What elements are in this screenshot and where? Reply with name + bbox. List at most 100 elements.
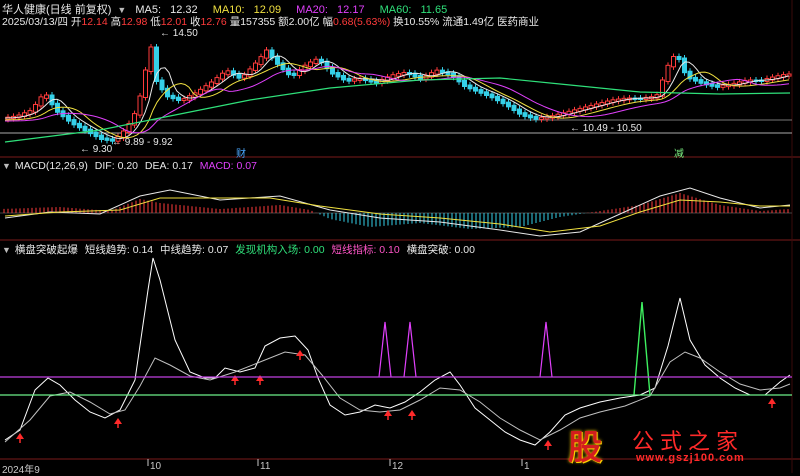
candle-body (533, 115, 539, 120)
short-trend-line (4, 257, 791, 446)
watermark-url: www.gszj100.com (636, 452, 745, 464)
high-value: 12.98 (121, 16, 148, 28)
candle-body (203, 85, 209, 92)
price-low-annotation: ← 9.30 (80, 144, 113, 155)
candle-body (462, 79, 467, 87)
watermark-big-char: 股 (568, 428, 602, 468)
trade-date: 2025/03/13/四 (2, 16, 68, 28)
low-value: 12.01 (160, 16, 188, 28)
candle-body (478, 89, 484, 94)
watermark-logo: 股 公式之家 www.gszj100.com (560, 422, 780, 468)
candle-body (682, 57, 687, 74)
candle-body (198, 88, 203, 95)
price-panel (4, 44, 792, 145)
macd-title: MACD(12,26,9) (14, 160, 88, 172)
close-value: 12.76 (200, 16, 227, 28)
macd-value: 0.07 (236, 160, 257, 172)
candle-body (693, 76, 698, 82)
candle-body (539, 116, 544, 120)
candle-body (720, 84, 726, 88)
amount-label: 额 (278, 16, 289, 28)
candle-body (308, 61, 313, 68)
candle-body (451, 72, 456, 78)
candle-body (264, 49, 269, 59)
marker-jian[interactable]: 减 (672, 145, 686, 160)
candle-body (698, 79, 704, 84)
candle-body (104, 137, 110, 141)
amount-value: 2.00亿 (288, 16, 320, 28)
candle-body (181, 98, 187, 101)
industry-value: 医药商业 (497, 16, 540, 28)
candle-body (291, 72, 297, 76)
candle-body (671, 56, 676, 68)
chevron-down-icon[interactable]: ▼ (2, 161, 11, 171)
candle-body (434, 69, 440, 75)
ma5-line (4, 55, 790, 140)
change-label: 幅 (322, 16, 334, 28)
candle-body (467, 84, 473, 90)
x-label-2: 11 (260, 461, 271, 472)
marker-cai[interactable]: 财 (234, 145, 248, 160)
dif-label: DIF: (94, 160, 115, 172)
short-index-spike (378, 321, 392, 378)
price-high-annotation: ← 14.50 (160, 28, 198, 39)
short-index-value: 0.10 (379, 244, 400, 256)
short-trend-value: 0.14 (132, 244, 154, 256)
candle-body (275, 55, 280, 65)
inst-entry-spike (633, 301, 651, 396)
candle-body (137, 95, 143, 116)
candle-body (66, 114, 71, 122)
candle-body (286, 67, 291, 76)
x-label-3: 12 (392, 461, 404, 472)
candle-body (33, 103, 38, 113)
candle-body (148, 46, 154, 72)
dif-value: 0.20 (117, 160, 138, 172)
low-label: 低 (150, 16, 161, 28)
short-index-label: 短线指标: (331, 244, 377, 256)
candle-body (484, 91, 489, 97)
candle-body (715, 84, 720, 88)
price-mid-range-value: 9.89 - 9.92 (124, 137, 173, 148)
candle-body (209, 81, 214, 88)
macd-panel (0, 187, 792, 237)
chevron-down-icon[interactable]: ▼ (2, 245, 11, 255)
candle-body (27, 110, 33, 115)
candle-body (247, 68, 253, 77)
price-low-value: 9.30 (92, 144, 113, 155)
candle-body (390, 74, 396, 79)
candle-body (258, 56, 264, 66)
price-high-value: 14.50 (172, 28, 198, 39)
candle-body (38, 96, 44, 107)
candle-body (495, 95, 500, 102)
chart-canvas[interactable] (0, 0, 800, 473)
candle-body (236, 73, 242, 79)
breakout-label: 横盘突破: (406, 244, 452, 256)
breakout-value: 0.00 (454, 244, 475, 256)
candle-body (176, 96, 181, 101)
candle-body (500, 98, 506, 105)
macd-label: MACD: (199, 160, 234, 172)
indicator-header: ▼ 横盘突破起爆 短线趋势: 0.14 中线趋势: 0.07 发现机构入场: 0.… (2, 242, 475, 257)
candle-body (253, 62, 258, 71)
candle-body (473, 86, 478, 92)
candle-body (352, 78, 357, 82)
float-label: 流通 (442, 16, 464, 28)
candle-body (143, 69, 148, 98)
candle-body (489, 93, 495, 99)
turnover-value: 10.55% (403, 16, 440, 28)
candle-body (665, 64, 671, 83)
candle-body (341, 74, 346, 81)
inst-entry-label: 发现机构入场: (235, 244, 302, 256)
high-label: 高 (110, 16, 122, 28)
candle-body (324, 60, 330, 70)
candle-body (528, 114, 533, 119)
short-trend-label: 短线趋势: (84, 244, 130, 256)
header-row-2: 2025/03/13/四 开12.14 高12.98 低12.01 收12.76… (2, 14, 539, 29)
price-low-range-value: 10.49 - 10.50 (582, 123, 642, 134)
float-value: 1.49亿 (463, 16, 495, 28)
candle-body (220, 72, 225, 80)
short-index-spike (403, 321, 417, 378)
candle-body (225, 70, 231, 76)
open-value: 12.14 (81, 16, 108, 28)
price-low-range-annotation: ← 10.49 - 10.50 (570, 123, 642, 134)
